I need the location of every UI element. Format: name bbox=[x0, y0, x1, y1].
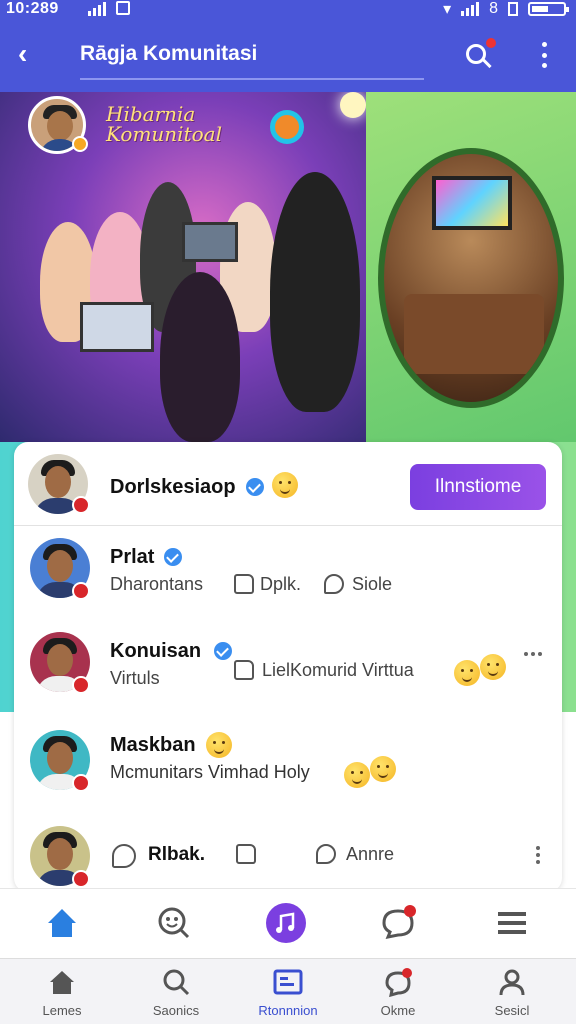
nav-home-label: Lemes bbox=[42, 1003, 82, 1018]
comment-icon[interactable] bbox=[324, 574, 344, 594]
member-name: Maskban bbox=[110, 734, 196, 756]
nav-community[interactable]: Rtonnnion bbox=[238, 967, 338, 1023]
title-underline bbox=[80, 78, 424, 80]
profile-icon bbox=[497, 967, 527, 997]
member-subtitle: Virtuls bbox=[110, 668, 160, 688]
more-options-button[interactable] bbox=[536, 846, 540, 864]
status-time: 10:289 bbox=[6, 0, 59, 17]
community-feed: Dorlskesiaop Ilnnstiome Prlat Dharontans… bbox=[14, 442, 562, 892]
search-button[interactable] bbox=[462, 38, 496, 74]
avatar-badge bbox=[72, 774, 90, 792]
emoji-icon bbox=[272, 472, 298, 498]
join-button[interactable]: Ilnnstiome bbox=[410, 464, 546, 510]
avatar-badge bbox=[72, 582, 90, 600]
member-name: Prlat bbox=[110, 546, 155, 568]
people-group bbox=[40, 172, 360, 442]
target-sticker bbox=[270, 110, 304, 144]
like-label[interactable]: Dplk. bbox=[260, 574, 301, 595]
chat-bubble-icon bbox=[382, 905, 416, 940]
home-icon bbox=[48, 909, 76, 937]
avatar-badge bbox=[72, 676, 90, 694]
feed-row[interactable]: Rlbak. Annre bbox=[14, 820, 562, 890]
alarm-icon: 8 bbox=[489, 0, 498, 17]
signal-icon bbox=[88, 2, 106, 16]
verified-icon bbox=[164, 548, 182, 566]
nav-search[interactable]: Saonics bbox=[126, 967, 226, 1023]
action-label[interactable]: Rlbak. bbox=[148, 844, 205, 866]
battery-icon bbox=[528, 2, 569, 16]
cell-signal-icon bbox=[461, 2, 480, 16]
feed-row-featured[interactable]: Dorlskesiaop Ilnnstiome bbox=[14, 442, 562, 526]
like-icon[interactable] bbox=[234, 660, 254, 680]
search-icon bbox=[161, 967, 191, 997]
like-icon[interactable] bbox=[236, 844, 256, 864]
tab-menu[interactable] bbox=[492, 903, 532, 943]
banner-image-cafe bbox=[378, 148, 564, 408]
nav-notifications-label: Okme bbox=[380, 1003, 416, 1018]
tab-chat[interactable] bbox=[378, 903, 418, 943]
divider bbox=[14, 525, 562, 526]
status-bar: 10:289 ▾ 8 bbox=[0, 0, 576, 20]
wifi-icon: ▾ bbox=[443, 1, 452, 18]
member-name: Dorlskesiaop bbox=[110, 476, 236, 498]
member-name: Konuisan bbox=[110, 640, 202, 662]
emoji-icon bbox=[370, 756, 396, 782]
member-subtitle: Dharontans bbox=[110, 574, 204, 594]
emoji-icon bbox=[454, 660, 480, 686]
laptop bbox=[80, 302, 154, 352]
bottom-nav: Lemes Saonics Rtonnnion Okme Sesicl bbox=[0, 958, 576, 1024]
music-note-icon bbox=[266, 903, 306, 943]
member-subtitle: Mcmunitars Vimhad Holy bbox=[110, 762, 310, 782]
emoji-icon bbox=[206, 732, 232, 758]
avatar-badge bbox=[72, 870, 90, 888]
comment-label[interactable]: Annre bbox=[346, 844, 394, 865]
page-title: Rāgja Komunitasi bbox=[80, 42, 258, 65]
comment-label[interactable]: Siole bbox=[352, 574, 392, 595]
feed-row[interactable]: Maskban Mcmunitars Vimhad Holy bbox=[14, 726, 562, 820]
nav-search-label: Saonics bbox=[152, 1003, 200, 1018]
avatar-badge bbox=[72, 496, 90, 514]
emoji-icon bbox=[480, 654, 506, 680]
heart-icon[interactable] bbox=[112, 844, 136, 868]
spotlight bbox=[340, 92, 366, 118]
banner-title: Hibarnia Komunitoal bbox=[106, 102, 222, 146]
nav-profile[interactable]: Sesicl bbox=[462, 967, 562, 1023]
activity-label[interactable]: LielKomurid Virttua bbox=[262, 660, 414, 681]
quick-tab-bar bbox=[0, 888, 576, 956]
nav-community-label: Rtonnnion bbox=[258, 1003, 318, 1018]
tv-screen bbox=[432, 176, 512, 230]
tab-music[interactable] bbox=[266, 903, 306, 943]
emoji-icon bbox=[344, 762, 370, 788]
menu-icon bbox=[498, 912, 526, 934]
face-search-icon bbox=[158, 907, 190, 939]
nav-home[interactable]: Lemes bbox=[12, 967, 112, 1023]
more-options-button[interactable] bbox=[540, 42, 548, 68]
app-bar: 10:289 ▾ 8 ‹ Rāgja Komunitasi bbox=[0, 0, 576, 92]
home-icon bbox=[47, 967, 77, 997]
tab-faces[interactable] bbox=[154, 903, 194, 943]
nav-profile-label: Sesicl bbox=[494, 1003, 530, 1018]
search-badge bbox=[486, 38, 496, 48]
community-icon bbox=[273, 967, 303, 997]
banner-avatar-badge bbox=[72, 136, 88, 152]
feed-row[interactable]: Prlat Dharontans Dplk. Siole bbox=[14, 534, 562, 624]
notifications-icon bbox=[383, 967, 413, 998]
verified-icon bbox=[214, 642, 232, 660]
nav-notifications[interactable]: Okme bbox=[348, 967, 448, 1023]
tablet bbox=[182, 222, 238, 262]
status-icons: ▾ 8 bbox=[443, 0, 569, 18]
like-icon[interactable] bbox=[234, 574, 254, 594]
tab-home[interactable] bbox=[42, 903, 82, 943]
feed-row[interactable]: Konuisan Virtuls LielKomurid Virttua bbox=[14, 628, 562, 722]
more-options-button[interactable] bbox=[524, 652, 542, 656]
comment-icon[interactable] bbox=[316, 844, 336, 864]
notification-icon bbox=[116, 1, 130, 15]
verified-icon bbox=[246, 478, 264, 496]
sd-icon bbox=[508, 2, 518, 16]
back-button[interactable]: ‹ bbox=[18, 40, 48, 70]
